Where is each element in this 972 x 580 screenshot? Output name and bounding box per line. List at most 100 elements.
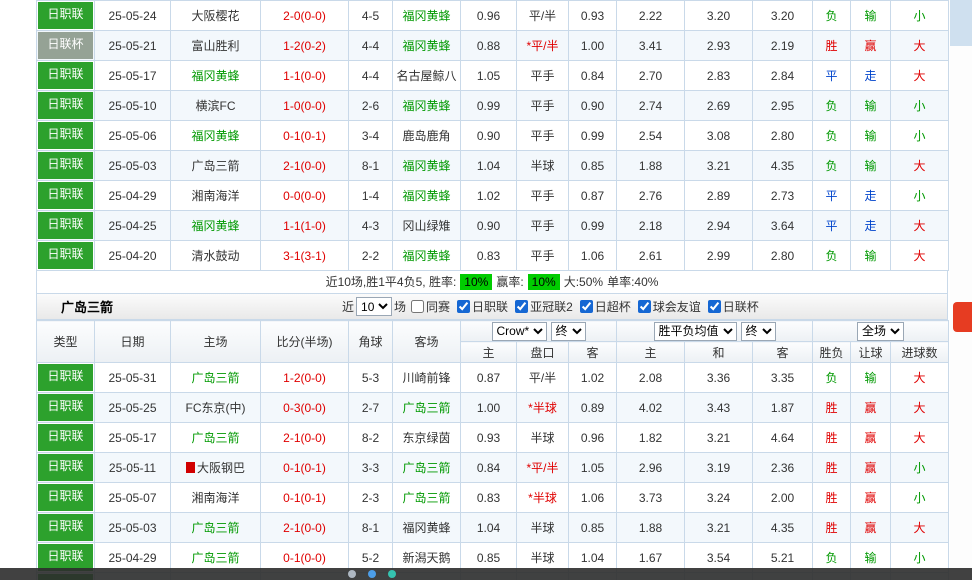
away-team-link[interactable]: 冈山绿雉 <box>393 211 461 241</box>
away-team-link[interactable]: 福冈黄蜂 <box>393 241 461 271</box>
result-trend: 胜 <box>813 393 851 423</box>
away-team-link[interactable]: 福冈黄蜂 <box>393 151 461 181</box>
league-badge: 日职联 <box>38 92 93 119</box>
goals-trend: 小 <box>891 483 949 513</box>
filter-league-5[interactable]: 日联杯 <box>703 298 759 315</box>
league-badge: 日职联 <box>38 514 93 541</box>
euro-draw-odds: 3.36 <box>685 363 753 393</box>
score-halftime: 2-1(0-0) <box>261 151 349 181</box>
home-team-link[interactable]: 广岛三箭 <box>171 513 261 543</box>
home-team-link[interactable]: 福冈黄蜂 <box>171 211 261 241</box>
asian-final-select[interactable]: 终 <box>551 322 586 341</box>
floating-side-tab[interactable] <box>953 302 972 332</box>
away-team-link[interactable]: 名古屋鲸八 <box>393 61 461 91</box>
corners: 2-2 <box>349 241 393 271</box>
home-team-link[interactable]: 湘南海洋 <box>171 483 261 513</box>
taskbar-app-icon-3[interactable] <box>388 570 396 578</box>
away-team-link[interactable]: 广岛三箭 <box>393 483 461 513</box>
filter-league-2-input[interactable] <box>515 300 528 313</box>
scrollbar-thumb[interactable] <box>950 0 972 46</box>
home-team-link[interactable]: 富山胜利 <box>171 31 261 61</box>
taskbar-app-icon-2[interactable] <box>368 570 376 578</box>
euro-home-odds: 2.18 <box>617 211 685 241</box>
home-team-link[interactable]: 大阪樱花 <box>171 1 261 31</box>
asian-away-odds: 1.02 <box>569 363 617 393</box>
away-team-link[interactable]: 福冈黄蜂 <box>393 91 461 121</box>
league-type-cell: 日职联 <box>37 151 95 181</box>
asian-away-odds: 0.99 <box>569 121 617 151</box>
euro-away-odds: 2.73 <box>753 181 813 211</box>
league-badge: 日职联 <box>38 212 93 239</box>
match-date: 25-05-21 <box>95 31 171 61</box>
match-date: 25-05-06 <box>95 121 171 151</box>
home-team-link[interactable]: 清水鼓动 <box>171 241 261 271</box>
away-team-link[interactable]: 川崎前锋 <box>393 363 461 393</box>
same-competition-input[interactable] <box>411 300 424 313</box>
scope-select[interactable]: 全场 <box>857 322 904 341</box>
home-team-link[interactable]: 广岛三箭 <box>171 363 261 393</box>
filter-league-1[interactable]: 日职联 <box>452 298 508 315</box>
away-team-link[interactable]: 东京绿茵 <box>393 423 461 453</box>
goals-trend: 大 <box>891 423 949 453</box>
filter-league-3-input[interactable] <box>580 300 593 313</box>
filter-league-5-input[interactable] <box>708 300 721 313</box>
home-team-link[interactable]: 福冈黄蜂 <box>171 121 261 151</box>
asian-odds-group-header: Crow*终 <box>461 321 617 342</box>
home-team-link[interactable]: 广岛三箭 <box>171 423 261 453</box>
away-team-link[interactable]: 广岛三箭 <box>393 453 461 483</box>
home-team-link[interactable]: 福冈黄蜂 <box>171 61 261 91</box>
euro-final-select[interactable]: 终 <box>741 322 776 341</box>
score-halftime: 1-1(0-0) <box>261 61 349 91</box>
away-team-link[interactable]: 福冈黄蜂 <box>393 31 461 61</box>
col-away: 客场 <box>393 321 461 363</box>
filter-league-4-input[interactable] <box>638 300 651 313</box>
score-halftime: 0-3(0-0) <box>261 393 349 423</box>
trend-group-header: 全场 <box>813 321 949 342</box>
corners: 3-4 <box>349 121 393 151</box>
home-team-link[interactable]: FC东京(中) <box>171 393 261 423</box>
taskbar-app-icon-1[interactable] <box>348 570 356 578</box>
filter-league-4[interactable]: 球会友谊 <box>633 298 701 315</box>
away-team-link[interactable]: 福冈黄蜂 <box>393 513 461 543</box>
away-team-link[interactable]: 福冈黄蜂 <box>393 181 461 211</box>
summary-single-rate: 单率:40% <box>607 275 658 289</box>
score-halftime: 1-2(0-2) <box>261 31 349 61</box>
match-date: 25-05-10 <box>95 91 171 121</box>
asian-handicap: 平手 <box>517 181 569 211</box>
league-type-cell: 日联杯 <box>37 31 95 61</box>
fukuoka-history-table: 日职联 25-05-24 大阪樱花 2-0(0-0) 4-5 福冈黄蜂 0.96… <box>36 0 949 271</box>
col-result-trend: 胜负 <box>813 342 851 363</box>
asian-home-odds: 0.99 <box>461 91 517 121</box>
handicap-trend: 赢 <box>851 31 891 61</box>
score-halftime: 1-2(0-0) <box>261 363 349 393</box>
away-team-link[interactable]: 鹿岛鹿角 <box>393 121 461 151</box>
score-halftime: 0-0(0-0) <box>261 181 349 211</box>
filter-league-3[interactable]: 日超杯 <box>575 298 631 315</box>
away-team-link[interactable]: 福冈黄蜂 <box>393 1 461 31</box>
result-trend: 平 <box>813 61 851 91</box>
result-trend: 平 <box>813 181 851 211</box>
euro-home-odds: 3.73 <box>617 483 685 513</box>
asian-handicap: *平/半 <box>517 453 569 483</box>
home-team-link[interactable]: 大阪钢巴 <box>171 453 261 483</box>
filter-league-1-input[interactable] <box>457 300 470 313</box>
euro-home-odds: 3.41 <box>617 31 685 61</box>
home-team-link[interactable]: 湘南海洋 <box>171 181 261 211</box>
home-team-link[interactable]: 广岛三箭 <box>171 151 261 181</box>
euro-average-select[interactable]: 胜平负均值 <box>654 322 737 341</box>
league-badge: 日职联 <box>38 394 93 421</box>
taskbar[interactable] <box>0 568 972 580</box>
match-count-select[interactable]: 10 <box>356 297 392 316</box>
same-competition-checkbox[interactable]: 同赛 <box>406 298 450 315</box>
away-team-link[interactable]: 广岛三箭 <box>393 393 461 423</box>
fukuoka-summary-bar: 近10场,胜1平4负5, 胜率:10%赢率:10%大:50%单率:40% <box>36 271 948 294</box>
asian-handicap: 半球 <box>517 423 569 453</box>
league-badge: 日职联 <box>38 424 93 451</box>
league-type-cell: 日职联 <box>37 423 95 453</box>
euro-draw-odds: 3.21 <box>685 513 753 543</box>
home-team-link[interactable]: 横滨FC <box>171 91 261 121</box>
result-trend: 胜 <box>813 453 851 483</box>
asian-home-odds: 0.83 <box>461 483 517 513</box>
filter-league-2[interactable]: 亚冠联2 <box>510 298 573 315</box>
bookmaker-select[interactable]: Crow* <box>492 322 547 341</box>
